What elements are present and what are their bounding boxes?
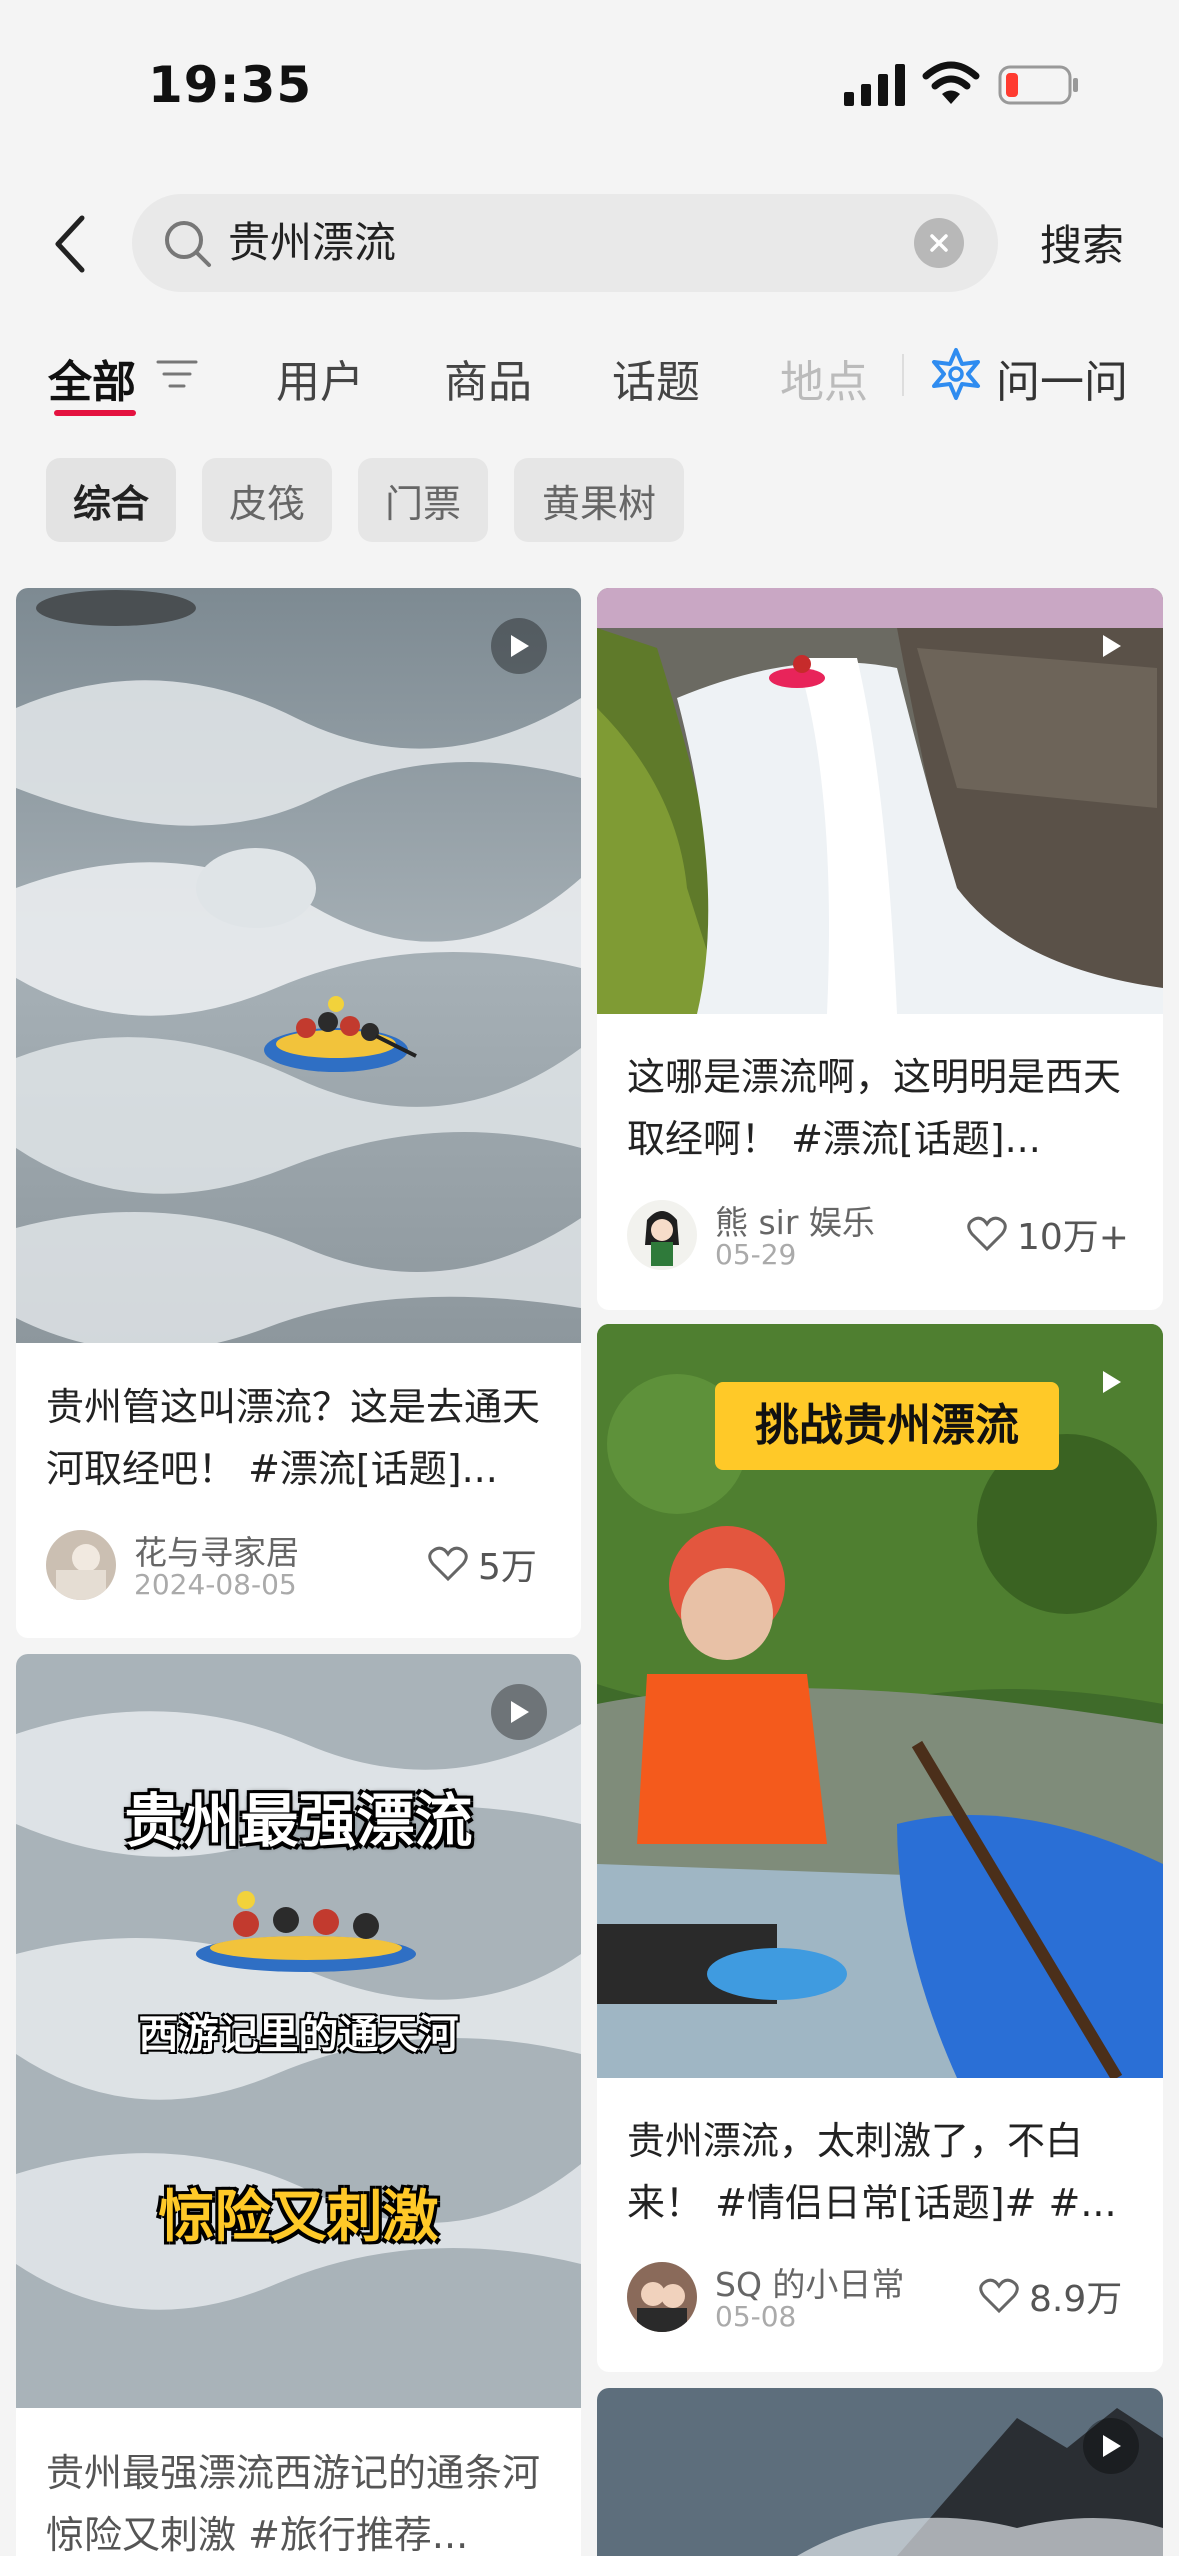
card-thumbnail <box>16 588 581 1343</box>
heart-icon <box>979 2278 1019 2314</box>
like-button[interactable]: 8.9万 <box>979 2270 1122 2322</box>
river-rapids-image <box>16 588 581 1343</box>
overlay-tagline: 惊险又刺激 <box>158 2185 439 2250</box>
mountain-mist-image <box>597 2388 1163 2556</box>
wifi-icon <box>922 61 980 104</box>
tab-places[interactable]: 地点 <box>780 346 868 410</box>
avatar[interactable] <box>627 1200 697 1270</box>
status-bar: 19:35 <box>0 0 1179 170</box>
chip-tickets[interactable]: 门票 <box>358 458 488 542</box>
tab-all[interactable]: 全部 <box>48 346 136 410</box>
tab-users[interactable]: 用户 <box>276 346 364 410</box>
card-title: 贵州管这叫漂流？这是去通天河取经吧！ #漂流[话题]... <box>46 1385 541 1491</box>
card-title: 这哪是漂流啊，这明明是西天取经啊！ #漂流[话题]... <box>627 1055 1122 1161</box>
active-tab-indicator <box>54 410 136 416</box>
like-count: 8.9万 <box>1029 2279 1123 2320</box>
heart-icon <box>428 1546 468 1582</box>
heart-icon <box>967 1216 1007 1252</box>
like-count: 10万+ <box>1017 1217 1129 1258</box>
feed-card[interactable] <box>597 2388 1163 2556</box>
search-icon <box>165 221 211 267</box>
play-icon <box>1083 618 1139 674</box>
feed-card[interactable]: 这哪是漂流啊，这明明是西天取经啊！ #漂流[话题]... 熊 sir 娱乐 05… <box>597 588 1163 1310</box>
feed-card[interactable]: 贵州管这叫漂流？这是去通天河取经吧！ #漂流[话题]... 花与寻家居 2024… <box>16 588 581 1638</box>
search-input[interactable]: 贵州漂流 <box>228 194 828 292</box>
author-name[interactable]: 熊 sir 娱乐 <box>715 1196 875 1244</box>
card-thumbnail <box>597 588 1163 1014</box>
overlay-subtitle: 西游记里的通天河 <box>138 2012 459 2058</box>
card-thumbnail <box>597 2388 1163 2556</box>
close-icon <box>930 234 948 252</box>
play-icon <box>1083 1354 1139 1410</box>
like-count: 5万 <box>478 1547 537 1588</box>
chip-huangguoshu[interactable]: 黄果树 <box>514 458 684 542</box>
play-icon <box>491 1684 547 1740</box>
post-date: 05-08 <box>715 2300 797 2333</box>
back-button[interactable] <box>40 208 100 280</box>
chip-comprehensive[interactable]: 综合 <box>46 458 176 542</box>
feed-card[interactable]: 挑战贵州漂流 贵州漂流，太刺激了，不白来！ #情侣日常[话题]# #... SQ… <box>597 1324 1163 2372</box>
post-date: 05-29 <box>715 1238 797 1271</box>
card-title: 贵州最强漂流西游记的通条河惊险又刺激 #旅行推荐... <box>46 2451 541 2556</box>
search-button[interactable]: 搜索 <box>1040 212 1124 273</box>
avatar[interactable] <box>46 1530 116 1600</box>
ask-button[interactable]: 问一问 <box>996 346 1128 410</box>
tab-products[interactable]: 商品 <box>444 346 532 410</box>
tab-divider <box>902 354 904 396</box>
post-date: 2024-08-05 <box>134 1568 297 1601</box>
chip-raft[interactable]: 皮筏 <box>202 458 332 542</box>
play-icon <box>491 618 547 674</box>
search-box[interactable]: 贵州漂流 <box>132 194 998 292</box>
overlay-headline: 挑战贵州漂流 <box>715 1382 1059 1470</box>
cellular-signal-icon <box>844 64 905 106</box>
overlay-headline: 贵州最强漂流 <box>124 1787 473 1855</box>
like-button[interactable]: 10万+ <box>967 1208 1129 1260</box>
tab-topics[interactable]: 话题 <box>612 346 700 410</box>
author-name[interactable]: SQ 的小日常 <box>715 2258 904 2306</box>
avatar[interactable] <box>627 2262 697 2332</box>
chevron-left-icon <box>55 215 85 273</box>
like-button[interactable]: 5万 <box>428 1538 537 1590</box>
clear-search-button[interactable] <box>914 218 964 268</box>
sparkle-star-icon[interactable] <box>928 346 984 402</box>
feed-card[interactable]: 贵州最强漂流 西游记里的通天河 惊险又刺激 贵州最强漂流西游记的通条河惊险又刺激… <box>16 1654 581 2556</box>
status-time: 19:35 <box>148 56 313 114</box>
battery-icon <box>998 65 1078 105</box>
author-name[interactable]: 花与寻家居 <box>134 1526 299 1574</box>
waterfall-image <box>597 588 1163 1014</box>
play-icon <box>1083 2418 1139 2474</box>
card-title: 贵州漂流，太刺激了，不白来！ #情侣日常[话题]# #... <box>627 2119 1117 2225</box>
filter-icon[interactable] <box>156 356 198 392</box>
